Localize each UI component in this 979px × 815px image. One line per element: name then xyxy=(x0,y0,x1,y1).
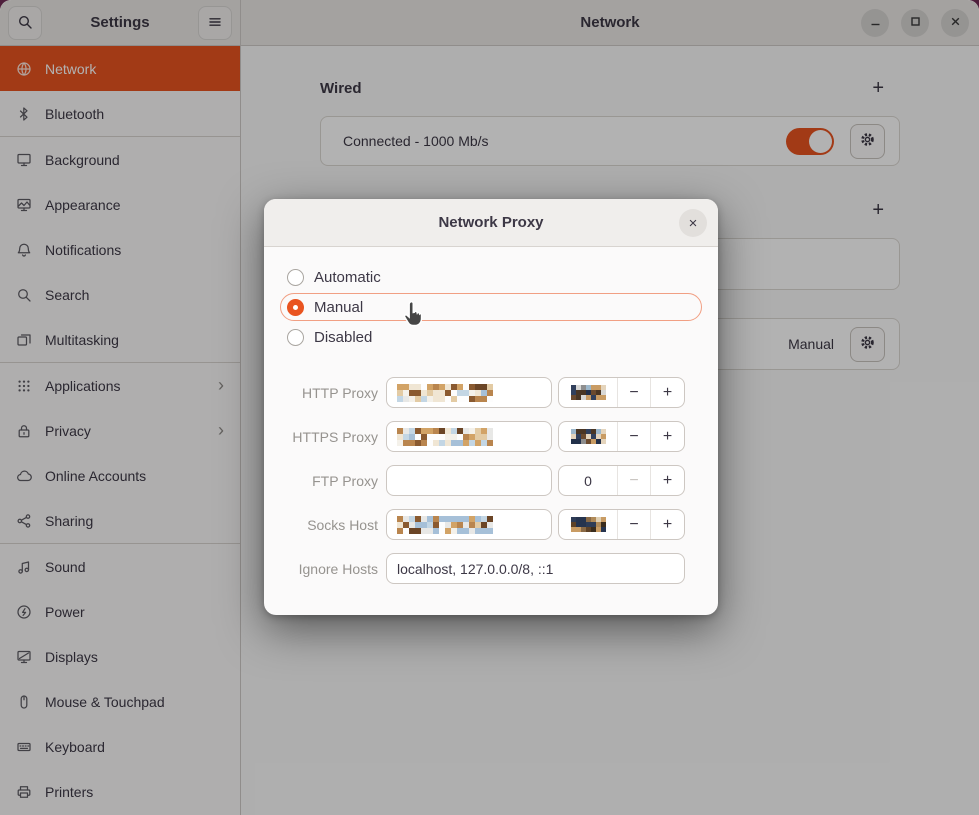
port-increment-button[interactable]: + xyxy=(650,466,684,495)
network-proxy-dialog: Network Proxy × Automatic Manual Disable… xyxy=(264,199,718,615)
port-decrement-button[interactable]: − xyxy=(617,422,650,451)
settings-window: Settings Network Network Bluetoot xyxy=(0,0,979,815)
radio-icon xyxy=(287,329,304,346)
http-proxy-port-value[interactable] xyxy=(559,378,617,407)
option-label: Disabled xyxy=(314,329,372,346)
https-proxy-port-value[interactable] xyxy=(559,422,617,451)
https-proxy-port-spinner: − + xyxy=(558,421,685,452)
dialog-title: Network Proxy xyxy=(438,214,543,231)
redacted-host-value xyxy=(397,516,493,534)
port-increment-button[interactable]: + xyxy=(650,510,684,539)
socks-port-spinner: − + xyxy=(558,509,685,540)
proxy-form: HTTP Proxy − + HTTPS Proxy xyxy=(280,377,702,584)
port-increment-button[interactable]: + xyxy=(650,422,684,451)
proxy-option-manual[interactable]: Manual xyxy=(280,293,702,321)
radio-checked-icon xyxy=(287,299,304,316)
dialog-body: Automatic Manual Disabled HTTP Proxy xyxy=(264,247,718,600)
ftp-proxy-label: FTP Proxy xyxy=(280,473,380,489)
option-label: Manual xyxy=(314,299,363,316)
redacted-port-value xyxy=(571,429,606,444)
socks-port-value[interactable] xyxy=(559,510,617,539)
port-decrement-button-disabled: − xyxy=(617,466,650,495)
ignore-hosts-input[interactable]: localhost, 127.0.0.0/8, ::1 xyxy=(386,553,685,584)
http-proxy-port-spinner: − + xyxy=(558,377,685,408)
dialog-close-button[interactable]: × xyxy=(679,209,707,237)
screen: { "colors": { "accent": "#E95420" }, "gl… xyxy=(0,0,979,815)
redacted-port-value xyxy=(571,385,606,400)
option-label: Automatic xyxy=(314,269,381,286)
ftp-proxy-port-value[interactable]: 0 xyxy=(559,466,617,495)
http-proxy-host-input[interactable] xyxy=(386,377,552,408)
redacted-port-value xyxy=(571,517,606,532)
redacted-host-value xyxy=(397,428,493,446)
https-proxy-host-input[interactable] xyxy=(386,421,552,452)
proxy-option-automatic[interactable]: Automatic xyxy=(280,263,702,291)
proxy-option-disabled[interactable]: Disabled xyxy=(280,323,702,351)
http-proxy-label: HTTP Proxy xyxy=(280,385,380,401)
ignore-hosts-value: localhost, 127.0.0.0/8, ::1 xyxy=(397,561,553,577)
radio-icon xyxy=(287,269,304,286)
socks-host-input[interactable] xyxy=(386,509,552,540)
port-decrement-button[interactable]: − xyxy=(617,510,650,539)
ftp-proxy-port-spinner: 0 − + xyxy=(558,465,685,496)
port-decrement-button[interactable]: − xyxy=(617,378,650,407)
dialog-headerbar: Network Proxy × xyxy=(264,199,718,247)
https-proxy-label: HTTPS Proxy xyxy=(280,429,380,445)
redacted-host-value xyxy=(397,384,493,402)
port-increment-button[interactable]: + xyxy=(650,378,684,407)
ftp-proxy-host-input[interactable] xyxy=(386,465,552,496)
ignore-hosts-label: Ignore Hosts xyxy=(280,561,380,577)
close-icon: × xyxy=(689,215,698,232)
socks-host-label: Socks Host xyxy=(280,517,380,533)
